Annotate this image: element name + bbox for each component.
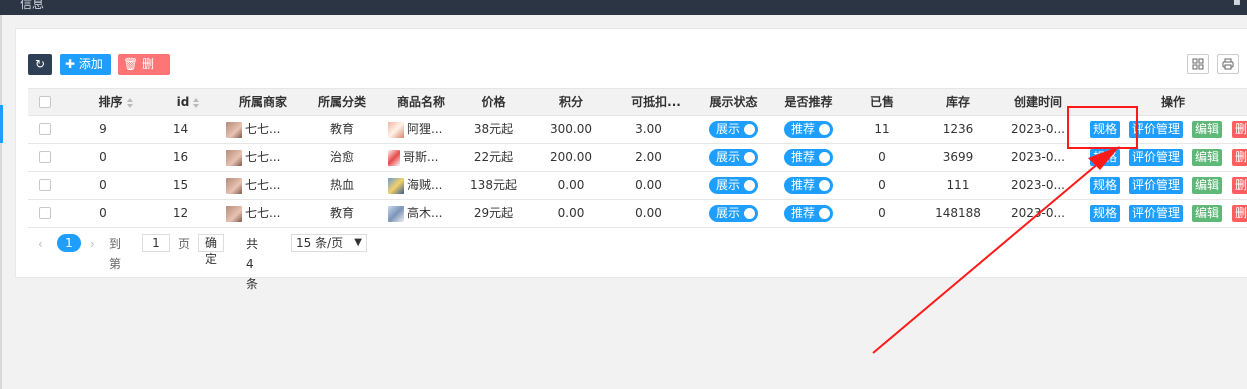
annotation-arrow-icon <box>872 146 1120 354</box>
